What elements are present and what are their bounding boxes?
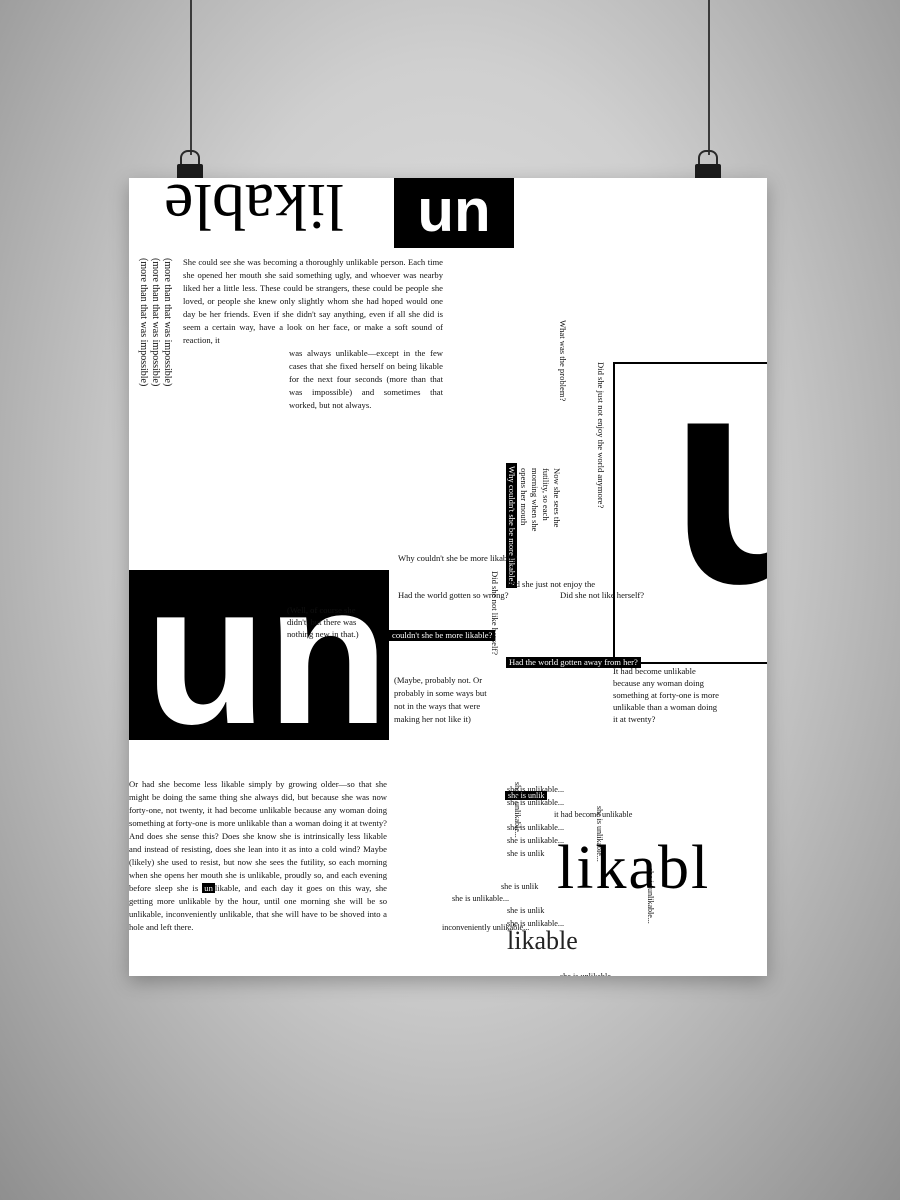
title-likable-inverted: likable [164,178,344,243]
title-un-box: un [394,178,514,248]
paragraph-intro-continued: was always unlikable—except in the few c… [289,348,443,410]
paragraph-intro: She could see she was becoming a thoroug… [183,257,443,345]
binder-clip-left-icon [177,150,203,180]
vertical-futility: Now she sees the futility, so each morni… [519,468,562,532]
un-badge: un [202,883,215,893]
aside-well-of-course: (Well, of course she didn't, but there w… [287,605,359,639]
black-vertical-label: Why couldn't she be more likable? [506,463,517,589]
poster: likable un (more than that was impossibl… [129,178,767,976]
question-like-herself: Did she not like herself? [560,590,645,600]
vertical-question-problem: What was the problem? [558,320,568,402]
collage-likabl: likabl [557,834,711,902]
collage-line-3: she is unlikable... [507,823,565,832]
hanging-wire-right [708,0,710,155]
vertical-question-like-herself: Did she not like herself? [490,571,500,656]
question-more-likable: Why couldn't she be more likable? [398,553,518,563]
collage-likable-small: likable [507,926,578,955]
collage-line-10: she is unlikable... [560,972,617,976]
big-un-block: un [129,570,389,740]
collage-line-5: she is unlik [507,849,545,858]
collage-line-8: she is unlik [507,906,545,915]
collage-line-4: she is unlikable... [507,836,565,845]
rotated-line-2: (more than that was impossible) [150,258,161,387]
aside-maybe: (Maybe, probably not. Or probably in som… [394,675,487,724]
rotated-line-3: (more than that was impossible) [138,258,149,387]
black-bar-more-likable: couldn't she be more likable? [389,630,496,641]
collage-line-7: she is unlikable... [452,894,510,903]
aside-forty-one: It had become unlikable because any woma… [613,666,719,724]
hanging-wire-left [190,0,192,155]
rotated-line-1: (more than that was impossible) [162,258,173,387]
big-letter-u: u [669,310,767,646]
binder-clip-right-icon [695,150,721,180]
collage-line-6: she is unlik [501,882,539,891]
paragraph-growing-older: Or had she become less likable simply by… [129,779,387,932]
vertical-question-enjoy: Did she just not enjoy the world anymore… [596,362,606,509]
